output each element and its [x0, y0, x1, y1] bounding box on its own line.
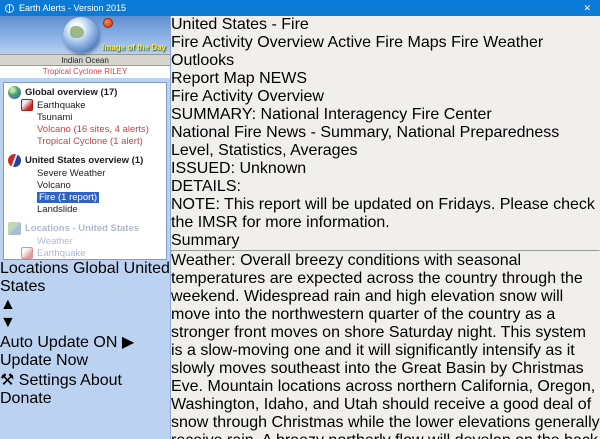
sidebar-item-tropical-cyclone[interactable]: Tropical Cyclone (1 alert) [6, 135, 164, 147]
sidebar-item-volcano-global[interactable]: Volcano (16 sites, 4 alerts) [6, 123, 164, 135]
subtab-report[interactable]: Report [171, 70, 219, 87]
up-arrow-button[interactable]: ▲ [0, 296, 170, 314]
report-note: NOTE: This report will be updated on Fri… [171, 196, 595, 231]
volcano-icon [21, 123, 33, 135]
summary-detail-link[interactable]: National Fire News - Summary, National P… [171, 124, 559, 159]
donate-button[interactable]: Donate [0, 390, 52, 407]
tsunami-icon [21, 111, 33, 123]
weather-icon [21, 235, 33, 247]
radio-global[interactable]: Global [73, 260, 124, 277]
report-panel: Fire Activity Overview SUMMARY: National… [171, 88, 600, 439]
down-arrow-button[interactable]: ▼ [0, 314, 170, 332]
weather-summary-text: Weather: Overall breezy conditions with … [171, 252, 600, 439]
earth-globe-image [63, 17, 99, 53]
sidebar-item-weather-location[interactable]: Weather [6, 235, 164, 247]
tools-icon: ⚒ [0, 372, 15, 389]
earthquake-icon [21, 247, 33, 259]
summary-label: SUMMARY: [171, 106, 257, 123]
landslide-icon [21, 203, 33, 215]
fire-icon [21, 191, 33, 203]
us-overview-header: United States overview (1) [6, 154, 164, 167]
locations-caption: Locations [0, 260, 69, 277]
settings-button[interactable]: ⚒ Settings [0, 372, 80, 389]
cyclone-icon [21, 135, 33, 147]
event-marker-icon [103, 18, 113, 28]
sidebar-item-tsunami[interactable]: Tsunami [6, 111, 164, 123]
sidebar-item-landslide[interactable]: Landslide [6, 203, 164, 215]
image-of-the-day-label: Image of the Day [101, 43, 166, 52]
us-globe-icon [8, 154, 21, 167]
sidebar-item-volcano-us[interactable]: Volcano [6, 179, 164, 191]
issued-value: Unknown [239, 160, 307, 177]
image-of-the-day[interactable]: Image of the Day [0, 16, 170, 54]
sidebar-item-severe-weather[interactable]: Severe Weather [6, 167, 164, 179]
overview-panel: Global overview (17) Earthquake Tsunami … [3, 82, 167, 260]
image-location-label: Indian Ocean [0, 54, 170, 66]
details-label: DETAILS: [171, 178, 241, 195]
sidebar-item-earthquake-location[interactable]: Earthquake [6, 247, 164, 259]
titlebar: Earth Alerts - Version 2015 ✕ [0, 0, 600, 16]
auto-update-toggle[interactable]: Auto Update ON [0, 334, 122, 351]
tab-fire-activity-overview[interactable]: Fire Activity Overview [171, 34, 324, 51]
page-title: United States - Fire [171, 16, 309, 33]
global-overview-header: Global overview (17) [6, 86, 164, 99]
section-summary-title: Summary [171, 232, 240, 249]
app-icon [5, 3, 14, 13]
sidebar-item-fire[interactable]: Fire (1 report) [6, 191, 164, 203]
volcano-icon [21, 179, 33, 191]
map-icon [8, 222, 21, 235]
about-button[interactable]: About [80, 372, 122, 389]
play-icon: ▶ [121, 334, 135, 351]
window-title: Earth Alerts - Version 2015 [19, 3, 127, 13]
issued-label: ISSUED: [171, 160, 236, 177]
severe-weather-icon [21, 167, 33, 179]
locations-bar: Locations Global United States [0, 260, 170, 296]
main-header: United States - Fire [171, 16, 600, 34]
subtab-news[interactable]: NEWS [259, 70, 307, 87]
sidebar-item-earthquake[interactable]: Earthquake [6, 99, 164, 111]
report-heading: Fire Activity Overview [171, 88, 324, 105]
close-button[interactable]: ✕ [579, 3, 595, 14]
earthquake-icon [21, 99, 33, 111]
subtab-bar: Report Map NEWS [171, 70, 600, 88]
list-scroll-buttons: ▲ ▼ [0, 296, 170, 332]
main-area: United States - Fire Fire Activity Overv… [171, 16, 600, 439]
summary-source-link[interactable]: National Interagency Fire Center [261, 106, 492, 123]
sidebar: Image of the Day Indian Ocean Tropical C… [0, 16, 171, 439]
image-event-label[interactable]: Tropical Cyclone RILEY [0, 66, 170, 78]
report-content: Fire Activity Overview SUMMARY: National… [171, 88, 600, 439]
tab-active-fire-maps[interactable]: Active Fire Maps [327, 34, 446, 51]
tab-bar: Fire Activity Overview Active Fire Maps … [171, 34, 600, 70]
locations-overview-header: Locations - United States [6, 222, 164, 235]
globe-icon [8, 86, 21, 99]
subtab-map[interactable]: Map [223, 70, 254, 87]
